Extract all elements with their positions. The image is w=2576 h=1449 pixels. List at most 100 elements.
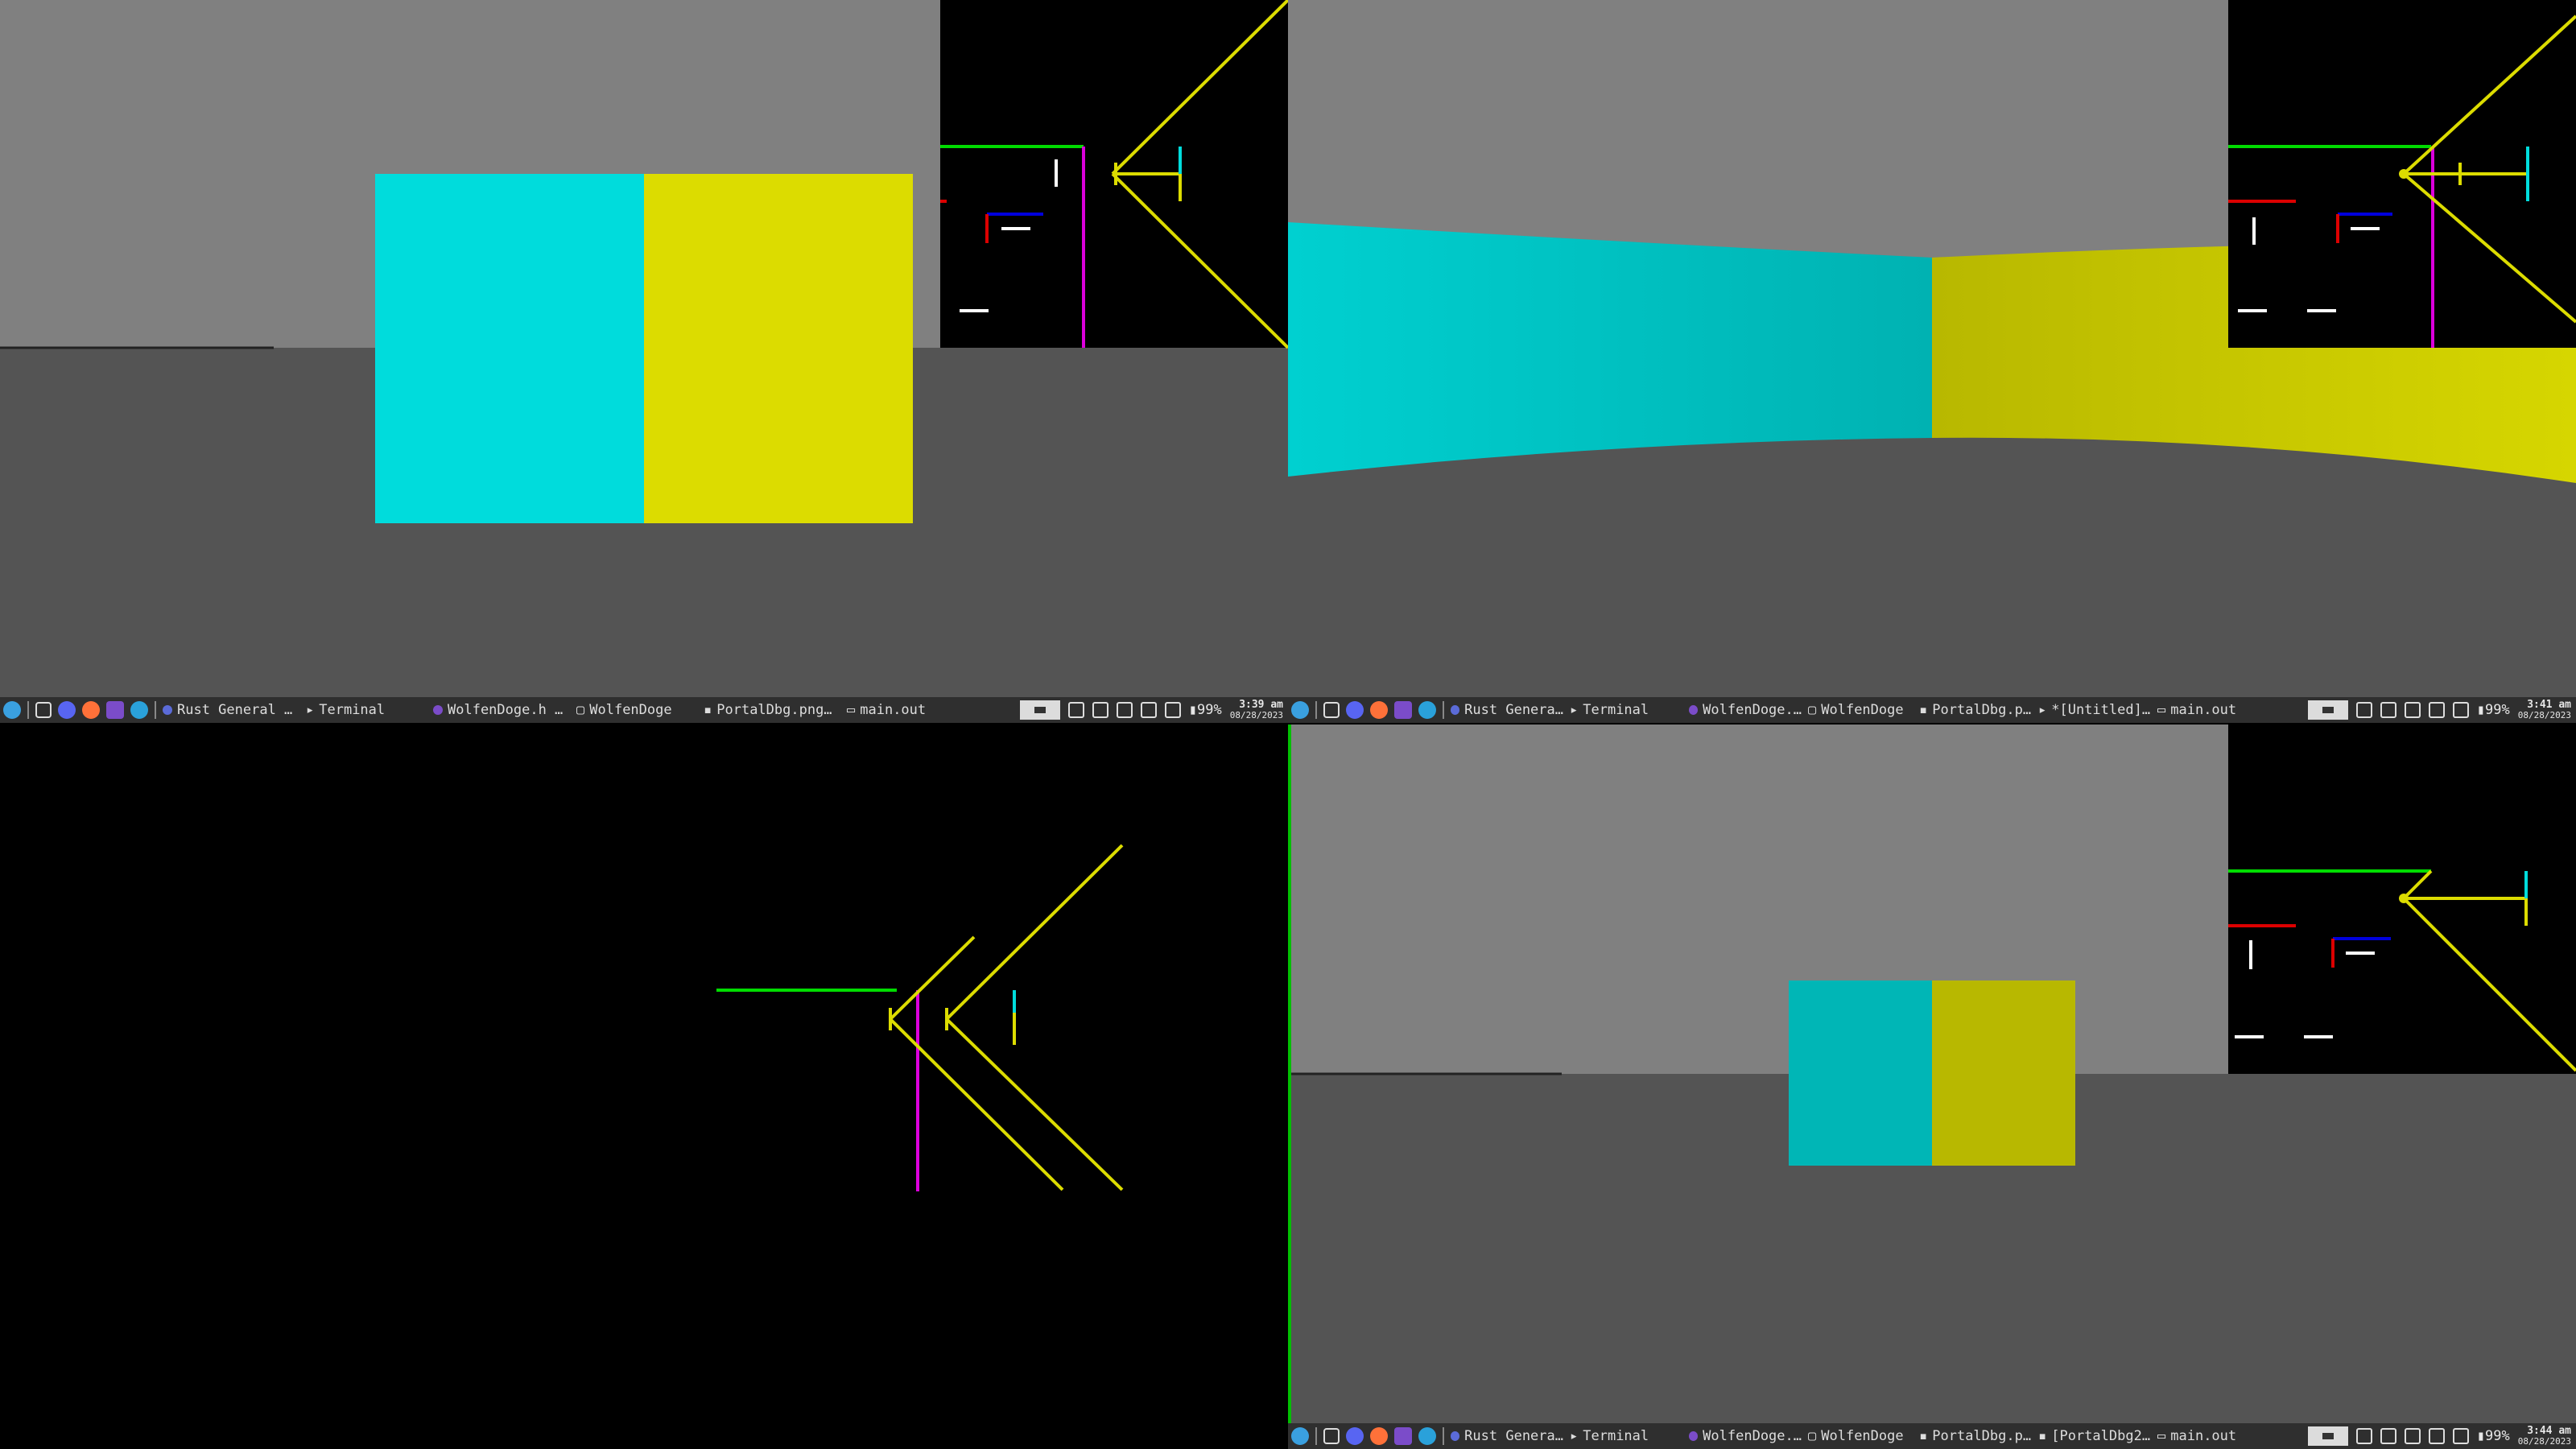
firefox-icon[interactable] — [82, 701, 100, 719]
window-label: main.out — [2170, 702, 2237, 718]
telegram-icon[interactable] — [1418, 701, 1436, 719]
window-icon: ▭ — [847, 702, 856, 718]
taskbar-window-portaldbg2[interactable]: ▪ [PortalDbg2… — [2038, 1428, 2151, 1444]
volume-icon[interactable] — [2428, 1428, 2445, 1444]
telegram-icon[interactable] — [1418, 1427, 1436, 1445]
discord-tray-icon[interactable] — [2404, 702, 2421, 718]
network-icon[interactable] — [2380, 1428, 2396, 1444]
taskbar-window-wolfendoge[interactable]: ▢ WolfenDoge — [1808, 702, 1913, 718]
clipboard-icon[interactable] — [2355, 1428, 2372, 1444]
taskbar-3: Rust Genera… ▸ Terminal WolfenDoge.… ▢ Wol… — [1288, 1423, 2576, 1449]
taskbar-window-wolfendoge-h[interactable]: WolfenDoge.h … — [433, 702, 570, 718]
rust-general-icon — [1451, 1431, 1460, 1441]
raycast-scene — [1288, 724, 2576, 1423]
taskbar-window-rust-general[interactable]: Rust Genera… — [1451, 702, 1563, 718]
notifications-off-icon[interactable] — [2452, 1428, 2469, 1444]
window-label: Terminal — [1583, 702, 1649, 718]
editor-icon — [1689, 1431, 1699, 1441]
battery-percent: 99% — [2485, 702, 2510, 718]
workspace-icon[interactable] — [1323, 1428, 1340, 1444]
workspace-icon[interactable] — [1323, 702, 1340, 718]
rust-general-icon — [1451, 705, 1460, 715]
window-label: PortalDbg.p… — [1932, 1428, 2032, 1444]
taskbar-window-terminal[interactable]: ▸ Terminal — [1570, 702, 1682, 718]
show-desktop-button[interactable] — [1019, 700, 1060, 720]
window-label: WolfenDoge — [589, 702, 672, 718]
taskbar-window-wolfendoge[interactable]: ▢ WolfenDoge — [576, 702, 697, 718]
app-launcher-icon[interactable] — [1291, 701, 1309, 719]
taskbar-2: Rust Genera… ▸ Terminal WolfenDoge.… ▢ Wol… — [1288, 697, 2576, 723]
editor-icon — [1689, 705, 1699, 715]
discord-tray-icon[interactable] — [2404, 1428, 2421, 1444]
clock-date: 08/28/2023 — [1229, 710, 1283, 720]
taskbar-window-portaldbg[interactable]: ▪ PortalDbg.p… — [1919, 1428, 2032, 1444]
terminal-icon: ▸ — [1570, 702, 1579, 718]
taskbar-window-wolfendoge-h[interactable]: WolfenDoge.… — [1689, 1428, 1802, 1444]
taskbar-window-wolfendoge-h[interactable]: WolfenDoge.… — [1689, 702, 1802, 718]
window-label: main.out — [860, 702, 927, 718]
taskbar-window-terminal[interactable]: ▸ Terminal — [1570, 1428, 1682, 1444]
show-desktop-button[interactable] — [2307, 1426, 2348, 1446]
clock[interactable]: 3:39 am 08/28/2023 — [1230, 700, 1283, 720]
taskbar-window-rust-general[interactable]: Rust Genera… — [1451, 1428, 1563, 1444]
show-desktop-button[interactable] — [2307, 700, 2348, 720]
taskbar-window-portaldbg[interactable]: ▪ PortalDbg.png… — [704, 702, 840, 718]
taskbar-window-portaldbg[interactable]: ▪ PortalDbg.p… — [1919, 702, 2032, 718]
notifications-off-icon[interactable] — [1164, 702, 1181, 718]
battery-indicator[interactable]: ▮99% — [1189, 702, 1222, 718]
window-icon: ▭ — [2157, 702, 2166, 718]
folder-icon: ▢ — [1808, 702, 1817, 718]
separator — [1315, 1427, 1317, 1445]
image-icon: ▪ — [704, 702, 712, 718]
raycast-scene — [1288, 0, 2576, 697]
firefox-icon[interactable] — [1370, 1427, 1388, 1445]
wall-cyan — [375, 174, 644, 523]
purple-app-icon[interactable] — [106, 701, 124, 719]
wall-yellow — [644, 174, 913, 523]
battery-percent: 99% — [2485, 1428, 2510, 1444]
purple-app-icon[interactable] — [1394, 701, 1412, 719]
taskbar-window-rust-general[interactable]: Rust General … — [163, 702, 299, 718]
image-icon: ▪ — [1919, 702, 1928, 718]
taskbar-window-main-out[interactable]: ▭ main.out — [2157, 702, 2246, 718]
window-label: WolfenDoge.… — [1703, 702, 1802, 718]
battery-indicator[interactable]: ▮99% — [2477, 702, 2510, 718]
taskbar-window-wolfendoge[interactable]: ▢ WolfenDoge — [1808, 1428, 1913, 1444]
window-label: Rust Genera… — [1464, 702, 1563, 718]
volume-icon[interactable] — [1140, 702, 1157, 718]
volume-icon[interactable] — [2428, 702, 2445, 718]
rust-general-icon — [163, 705, 172, 715]
discord-icon[interactable] — [58, 701, 76, 719]
discord-icon[interactable] — [1346, 1427, 1364, 1445]
app-launcher-icon[interactable] — [1291, 1427, 1309, 1445]
battery-indicator[interactable]: ▮99% — [2477, 1428, 2510, 1444]
taskbar-window-untitled[interactable]: ▸ *[Untitled]… — [2038, 702, 2151, 718]
notifications-off-icon[interactable] — [2452, 702, 2469, 718]
clock[interactable]: 3:44 am 08/28/2023 — [2518, 1426, 2571, 1447]
clipboard-icon[interactable] — [2355, 702, 2372, 718]
portal-debug-lines — [0, 724, 1288, 1449]
window-icon: ▭ — [2157, 1428, 2166, 1444]
window-label: main.out — [2170, 1428, 2237, 1444]
telegram-icon[interactable] — [130, 701, 148, 719]
clock[interactable]: 3:41 am 08/28/2023 — [2518, 700, 2571, 720]
window-label: [PortalDbg2… — [2051, 1428, 2151, 1444]
taskbar-window-main-out[interactable]: ▭ main.out — [2157, 1428, 2246, 1444]
network-icon[interactable] — [1092, 702, 1108, 718]
taskbar-window-terminal[interactable]: ▸ Terminal — [306, 702, 427, 718]
window-label: PortalDbg.png… — [716, 702, 832, 718]
discord-icon[interactable] — [1346, 701, 1364, 719]
window-label: WolfenDoge — [1821, 702, 1904, 718]
terminal-icon: ▸ — [306, 702, 315, 718]
app-launcher-icon[interactable] — [3, 701, 21, 719]
firefox-icon[interactable] — [1370, 701, 1388, 719]
discord-tray-icon[interactable] — [1116, 702, 1133, 718]
wall-cyan — [1789, 980, 1932, 1166]
clipboard-icon[interactable] — [1067, 702, 1084, 718]
window-label: PortalDbg.p… — [1932, 702, 2032, 718]
workspace-icon[interactable] — [35, 702, 52, 718]
editor-icon — [433, 705, 443, 715]
purple-app-icon[interactable] — [1394, 1427, 1412, 1445]
network-icon[interactable] — [2380, 702, 2396, 718]
taskbar-window-main-out[interactable]: ▭ main.out — [847, 702, 952, 718]
